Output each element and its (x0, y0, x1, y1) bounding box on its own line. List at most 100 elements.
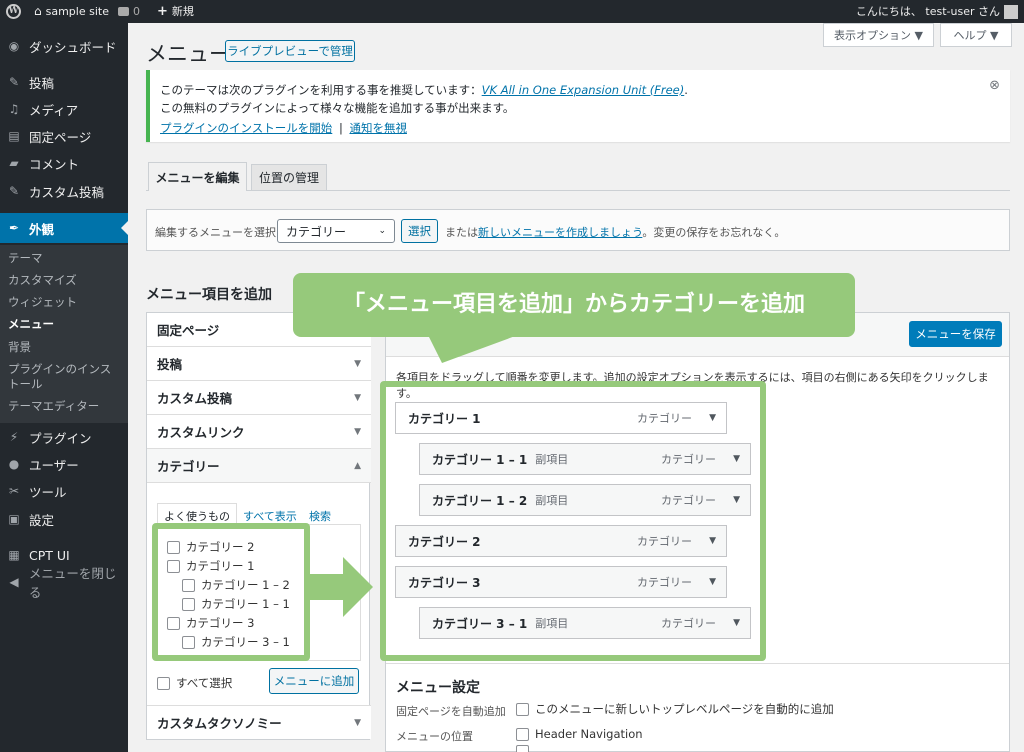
dashboard-icon: ◉ (8, 39, 20, 53)
user-icon: ● (8, 457, 20, 471)
checkbox-item[interactable]: カテゴリー 2 (167, 539, 254, 555)
submenu-item-customize[interactable]: カスタマイズ (8, 273, 77, 288)
close-icon[interactable]: ⊗ (989, 78, 1000, 93)
submenu-item-menus[interactable]: メニュー (8, 317, 54, 332)
page-icon: ▤ (8, 129, 20, 143)
help-button[interactable]: ヘルプ ▼ (940, 23, 1012, 47)
checkbox-item[interactable]: カテゴリー 3 (167, 615, 254, 631)
new-content-link[interactable]: + 新規 (157, 0, 194, 23)
caret-down-icon: ▼ (354, 392, 361, 403)
checkbox-item[interactable]: カテゴリー 1 – 2 (182, 577, 290, 593)
submenu-item-themes[interactable]: テーマ (8, 251, 43, 266)
sidebar-item-appearance[interactable]: ✒ 外観 (0, 213, 128, 243)
checkbox-item[interactable]: カテゴリー 1 (167, 558, 254, 574)
submenu-item-theme-editor[interactable]: テーマエディター (8, 399, 99, 414)
select-menu-button[interactable]: 選択 (401, 219, 438, 243)
chevron-down-icon: ⌄ (378, 226, 386, 236)
sidebar-item-plugins[interactable]: ⚡ プラグイン (0, 424, 128, 450)
checkbox[interactable] (516, 727, 529, 741)
caret-up-icon: ▲ (354, 460, 361, 471)
submenu-item-install-plugins[interactable]: プラグインのインストール (8, 362, 120, 392)
comment-icon: ▰ (9, 156, 19, 170)
collapse-menu-button[interactable]: ◀ メニューを閉じる (0, 566, 128, 600)
plugin-link[interactable]: VK All in One Expansion Unit (Free) (482, 83, 685, 97)
notice-actions: プラグインのインストールを開始 | 通知を無視 (160, 121, 407, 135)
caret-down-icon: ▼ (354, 717, 361, 728)
tabs-divider (146, 190, 1010, 191)
location-header-nav-checkbox[interactable]: Header Navigation (516, 727, 643, 741)
settings-icon: ▣ (8, 512, 20, 526)
site-name-link[interactable]: ⌂ sample site (34, 0, 109, 23)
checkbox[interactable] (182, 597, 195, 611)
checkbox[interactable] (516, 745, 529, 752)
sidebar-item-pages[interactable]: ▤ 固定ページ (0, 123, 128, 149)
tab-manage-locations[interactable]: 位置の管理 (251, 164, 327, 190)
accordion-custom-taxonomy[interactable]: カスタムタクソノミー ▼ (147, 705, 371, 739)
checkbox[interactable] (167, 559, 180, 573)
caret-down-icon: ▼ (354, 358, 361, 369)
callout-pointer (428, 335, 518, 363)
pin-icon: ✎ (8, 184, 20, 198)
tab-edit-menus[interactable]: メニューを編集 (148, 162, 247, 191)
collapse-icon: ◀ (9, 575, 19, 589)
sidebar-item-posts[interactable]: ✎ 投稿 (0, 69, 128, 95)
sidebar-item-users[interactable]: ● ユーザー (0, 451, 128, 477)
add-items-accordion: 固定ページ 投稿 ▼ カスタム投稿 ▼ カスタムリンク ▼ カテゴリー ▲ よく使うもの… (146, 312, 371, 740)
notice-line-1: このテーマは次のプラグインを利用する事を推奨しています：VK All in On… (160, 83, 688, 97)
comments-link[interactable]: 0 (118, 0, 140, 23)
menu-select-dropdown[interactable]: カテゴリー ⌄ (277, 219, 395, 243)
wrench-icon: ✂ (8, 484, 20, 498)
sidebar-item-custom-posts[interactable]: ✎ カスタム投稿 (0, 178, 128, 204)
screen-options-button[interactable]: 表示オプション ▼ (823, 23, 934, 47)
live-preview-button[interactable]: ライブプレビューで管理 (225, 40, 355, 62)
sidebar-item-dashboard[interactable]: ◉ ダッシュボード (0, 33, 128, 59)
accordion-categories[interactable]: カテゴリー ▲ (147, 449, 371, 483)
add-to-menu-button[interactable]: メニューに追加 (269, 668, 359, 694)
checkbox-item[interactable]: カテゴリー 1 – 1 (182, 596, 290, 612)
appearance-icon: ✒ (8, 221, 20, 235)
checkbox[interactable] (516, 702, 529, 716)
notice-line-2: この無料のプラグインによって様々な機能を追加する事が出来ます。 (160, 101, 515, 115)
submenu-item-background[interactable]: 背景 (8, 340, 31, 355)
submenu-item-widgets[interactable]: ウィジェット (8, 295, 77, 310)
pin-icon: ✎ (8, 75, 20, 89)
media-icon: ♫ (8, 102, 20, 116)
create-new-menu-link[interactable]: 新しいメニューを作成しましょう (478, 226, 642, 239)
begin-install-link[interactable]: プラグインのインストールを開始 (160, 121, 332, 135)
category-tabs: よく使うもの すべて表示 検索 (157, 503, 361, 529)
appearance-submenu: テーマ カスタマイズ ウィジェット メニュー 背景 プラグインのインストール テ… (0, 245, 128, 423)
highlight-menu-structure (380, 381, 766, 661)
plugin-icon: ⚡ (9, 430, 19, 444)
callout-box: 「メニュー項目を追加」からカテゴリーを追加 (293, 273, 855, 337)
accordion-custom-links[interactable]: カスタムリンク ▼ (147, 415, 371, 449)
page-title: メニュー (146, 42, 230, 66)
select-all-checkbox[interactable]: すべて選択 (157, 675, 232, 691)
auto-add-pages-checkbox[interactable]: このメニューに新しいトップレベルページを自動的に追加 (516, 701, 834, 717)
dismiss-notice-link[interactable]: 通知を無視 (349, 121, 407, 135)
checkbox[interactable] (167, 616, 180, 630)
checkbox-item[interactable]: カテゴリー 3 – 1 (182, 634, 290, 650)
sidebar-item-settings[interactable]: ▣ 設定 (0, 506, 128, 532)
callout-text: 「メニュー項目を追加」からカテゴリーを追加 (342, 292, 805, 317)
sidebar-item-comments[interactable]: ▰ コメント (0, 150, 128, 176)
checkbox[interactable] (182, 635, 195, 649)
admin-bar: W ⌂ sample site 0 + 新規 こんにちは、 test-user … (0, 0, 1024, 23)
checkbox[interactable] (157, 676, 170, 690)
tab-search[interactable]: 検索 (309, 508, 331, 524)
save-menu-button[interactable]: メニューを保存 (909, 321, 1002, 347)
checkbox[interactable] (182, 578, 195, 592)
accordion-custom-posts[interactable]: カスタム投稿 ▼ (147, 381, 371, 415)
avatar (1004, 4, 1018, 19)
arrow-right-icon (305, 557, 373, 617)
tab-view-all[interactable]: すべて表示 (243, 508, 297, 524)
checkbox[interactable] (167, 540, 180, 554)
plugin-recommendation-notice: このテーマは次のプラグインを利用する事を推奨しています：VK All in On… (146, 70, 1010, 142)
user-account-link[interactable]: こんにちは、 test-user さん (856, 0, 1018, 23)
home-icon: ⌂ (34, 4, 42, 18)
caret-down-icon: ▼ (354, 426, 361, 437)
sidebar-item-media[interactable]: ♫ メディア (0, 96, 128, 122)
accordion-posts[interactable]: 投稿 ▼ (147, 347, 371, 381)
wordpress-logo-icon[interactable]: W (6, 0, 21, 23)
sidebar-item-tools[interactable]: ✂ ツール (0, 478, 128, 504)
grid-icon: ▦ (8, 548, 20, 562)
